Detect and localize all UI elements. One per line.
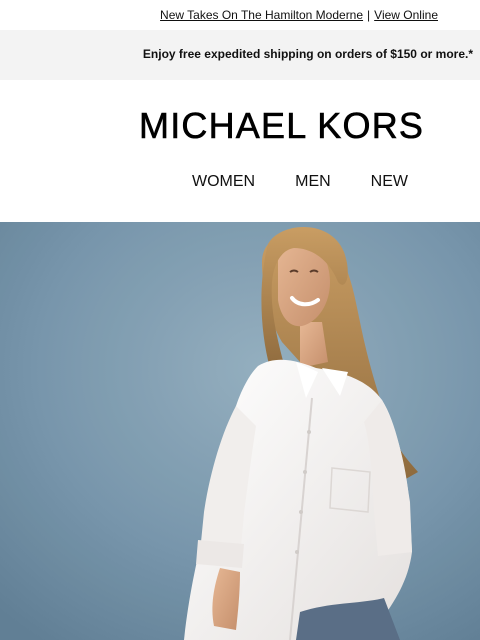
view-online-link[interactable]: View Online (374, 8, 438, 22)
nav-item-women[interactable]: WOMEN (192, 173, 255, 191)
shipping-banner-text: Enjoy free expedited shipping on orders … (142, 47, 473, 61)
preheader-separator: | (367, 8, 371, 22)
main-nav: WOMEN MEN NEW (192, 173, 408, 191)
preheader-bar: New Takes On The Hamilton Moderne | View O… (0, 0, 480, 30)
preheader-links: New Takes On The Hamilton Moderne | View O… (160, 8, 438, 22)
shipping-banner[interactable]: Enjoy free expedited shipping on orders … (0, 30, 480, 80)
brand-logo[interactable]: MICHAEL KORS (139, 107, 424, 144)
nav-item-new[interactable]: NEW (371, 173, 408, 191)
nav-item-men[interactable]: MEN (295, 173, 331, 191)
hero-model-illustration (0, 222, 480, 640)
promo-link[interactable]: New Takes On The Hamilton Moderne (160, 8, 363, 22)
hero-image[interactable] (0, 222, 480, 640)
brand-header: MICHAEL KORS WOMEN MEN NEW (0, 80, 480, 222)
